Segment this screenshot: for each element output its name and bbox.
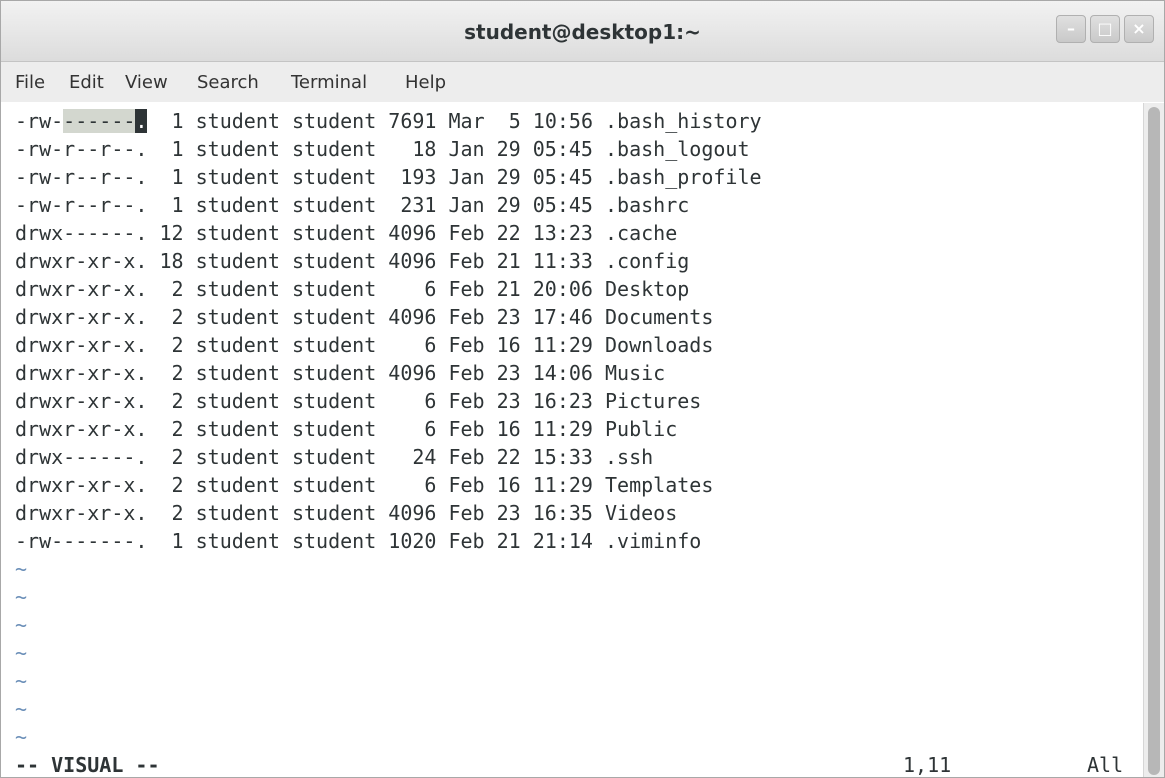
visual-selection: ------ — [63, 109, 136, 133]
empty-line-tilde: ~ — [15, 557, 28, 581]
empty-line-tilde: ~ — [15, 669, 28, 693]
empty-line-tilde: ~ — [15, 613, 28, 637]
scrollbar-thumb[interactable] — [1148, 107, 1160, 775]
listing-row: drwxr-xr-x. 18 student student 4096 Feb … — [15, 249, 690, 273]
listing-row: drwxr-xr-x. 2 student student 4096 Feb 2… — [15, 305, 714, 329]
listing-row: -rw-r--r--. 1 student student 18 Jan 29 … — [15, 137, 750, 161]
terminal-content[interactable]: -rw-------. 1 student student 7691 Mar 5… — [1, 103, 1143, 777]
menu-help[interactable]: Help — [405, 72, 446, 93]
window-title: student@desktop1:~ — [464, 20, 701, 44]
listing-row: -rw-r--r--. 1 student student 193 Jan 29… — [15, 165, 762, 189]
permissions-text: -rw- — [15, 109, 64, 133]
vim-status-line: -- VISUAL -- 1,11 All — [15, 751, 1135, 777]
listing-row: drwx------. 2 student student 24 Feb 22 … — [15, 445, 654, 469]
empty-line-tilde: ~ — [15, 725, 28, 749]
listing-row: -rw-------. 1 student student 1020 Feb 2… — [15, 529, 702, 553]
text-cursor: . — [135, 109, 148, 133]
mode-indicator: -- VISUAL -- — [15, 753, 160, 777]
listing-row: drwxr-xr-x. 2 student student 6 Feb 16 1… — [15, 417, 678, 441]
listing-row: drwxr-xr-x. 2 student student 4096 Feb 2… — [15, 501, 678, 525]
menu-file[interactable]: File — [15, 72, 45, 93]
listing-row: drwxr-xr-x. 2 student student 6 Feb 16 1… — [15, 473, 714, 497]
listing-row: drwx------. 12 student student 4096 Feb … — [15, 221, 678, 245]
empty-line-tilde: ~ — [15, 697, 28, 721]
terminal-window: student@desktop1:~ – □ × File Edit View … — [0, 0, 1165, 778]
scroll-indicator: All — [1087, 753, 1124, 777]
menu-bar: File Edit View Search Terminal Help — [1, 62, 1164, 102]
listing-row: -rw-------. 1 student student 7691 Mar 5… — [15, 107, 762, 135]
minimize-button[interactable]: – — [1056, 15, 1086, 43]
row-rest: 1 student student 7691 Mar 5 10:56 .bash… — [147, 109, 762, 133]
cursor-position: 1,11 — [903, 753, 952, 777]
menu-view[interactable]: View — [125, 72, 168, 93]
listing-row: drwxr-xr-x. 2 student student 6 Feb 16 1… — [15, 333, 714, 357]
listing-row: drwxr-xr-x. 2 student student 4096 Feb 2… — [15, 361, 666, 385]
vertical-scrollbar[interactable] — [1143, 103, 1164, 777]
menu-edit[interactable]: Edit — [69, 72, 104, 93]
empty-line-tilde: ~ — [15, 641, 28, 665]
maximize-button[interactable]: □ — [1090, 15, 1120, 43]
title-bar[interactable]: student@desktop1:~ – □ × — [1, 1, 1164, 62]
empty-line-tilde: ~ — [15, 585, 28, 609]
menu-terminal[interactable]: Terminal — [291, 72, 367, 93]
menu-search[interactable]: Search — [197, 72, 259, 93]
window-controls: – □ × — [1056, 15, 1154, 43]
listing-row: drwxr-xr-x. 2 student student 6 Feb 23 1… — [15, 389, 702, 413]
close-button[interactable]: × — [1124, 15, 1154, 43]
listing-row: drwxr-xr-x. 2 student student 6 Feb 21 2… — [15, 277, 690, 301]
listing-row: -rw-r--r--. 1 student student 231 Jan 29… — [15, 193, 690, 217]
